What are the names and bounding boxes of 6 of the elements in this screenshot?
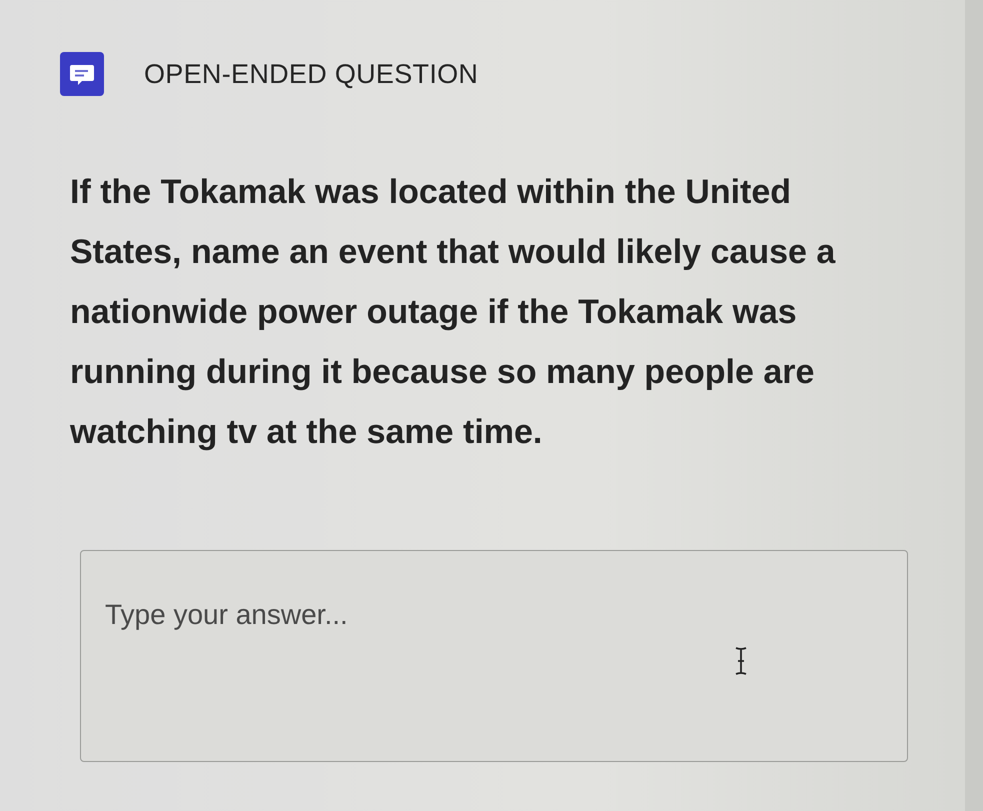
text-cursor-icon	[735, 647, 747, 675]
question-type-label: OPEN-ENDED QUESTION	[144, 58, 478, 90]
question-text: If the Tokamak was located within the United States, name an event that would likely cause a nationwide power outage if the Tokamak was running during it because so many people are watching tv at the same time.	[70, 172, 836, 453]
answer-field[interactable]: Type your answer...	[80, 550, 908, 762]
answer-placeholder: Type your answer...	[105, 599, 348, 630]
speech-bubble-icon	[60, 52, 104, 96]
